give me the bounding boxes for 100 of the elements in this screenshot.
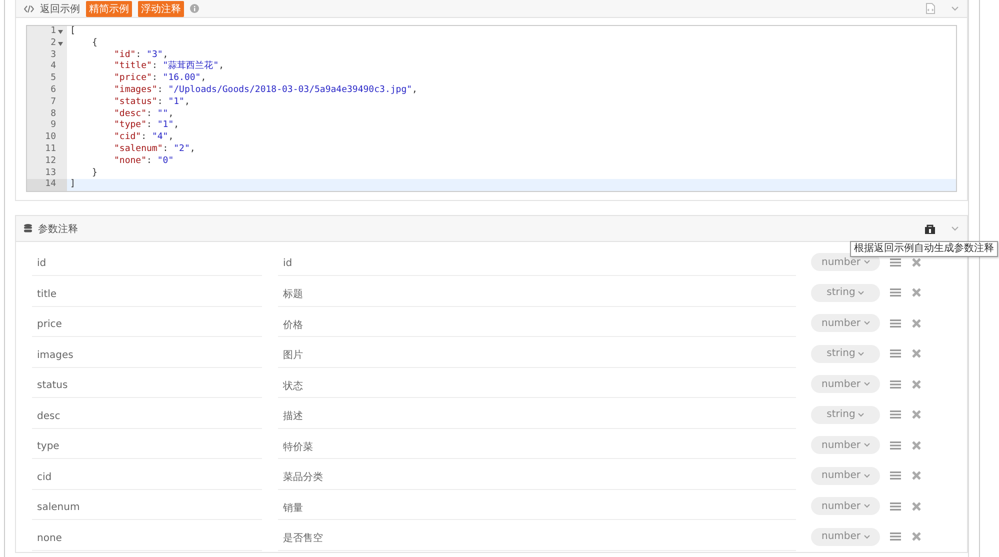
chevron-icon[interactable] — [951, 226, 959, 232]
close-icon[interactable] — [911, 409, 922, 420]
param-name-field[interactable]: status — [32, 374, 262, 398]
param-name-field[interactable]: price — [32, 313, 262, 338]
line-number: 13 — [45, 168, 56, 180]
caret-icon — [864, 260, 870, 264]
line-number: 10 — [45, 132, 56, 144]
caret-icon — [864, 443, 870, 448]
param-comment-field[interactable]: 销量 — [278, 496, 796, 520]
tooltip: 根据返回示例自动生成参数注释 — [850, 241, 998, 258]
code-line: "cid": "4", — [113, 132, 174, 144]
code-line: "status": "1", — [113, 96, 190, 109]
tag[interactable]: 精简示例 — [86, 0, 132, 16]
param-comment-field[interactable]: 图片 — [278, 344, 796, 368]
param-name-field[interactable]: salenum — [32, 496, 262, 520]
panel-title: 参数注释 — [38, 222, 78, 236]
fold-arrow-icon[interactable] — [58, 30, 63, 34]
code-icon — [24, 4, 34, 12]
caret-icon — [864, 504, 870, 508]
param-comment-field[interactable]: 标题 — [278, 282, 796, 307]
param-name-field[interactable]: title — [32, 282, 262, 307]
close-icon[interactable] — [911, 500, 922, 512]
menu-icon[interactable] — [890, 531, 901, 542]
line-number: 2 — [50, 38, 56, 50]
code-line: "salenum": "2", — [113, 144, 196, 156]
type-dropdown[interactable]: string — [811, 284, 880, 302]
type-dropdown[interactable]: string — [811, 406, 880, 424]
code-line: ] — [69, 179, 76, 192]
database-icon — [24, 224, 32, 234]
menu-icon[interactable] — [890, 500, 901, 512]
code-line: "images": "/Uploads/Goods/2018-03-03/5a9a4e39490c3.jpg", — [113, 84, 418, 97]
param-name-field[interactable]: cid — [32, 466, 262, 490]
file-code-icon[interactable] — [926, 3, 935, 14]
param-comment-field[interactable]: 描述 — [278, 404, 796, 429]
caret-icon — [864, 534, 870, 539]
menu-icon[interactable] — [890, 348, 901, 360]
close-icon[interactable] — [911, 378, 922, 390]
type-dropdown[interactable]: number — [811, 253, 880, 272]
code-line: } — [91, 168, 98, 180]
type-dropdown[interactable]: number — [811, 466, 880, 485]
close-icon[interactable] — [911, 440, 922, 451]
caret-icon — [858, 412, 864, 417]
type-dropdown[interactable]: number — [811, 497, 880, 516]
type-dropdown[interactable]: number — [811, 375, 880, 394]
panel-title: 返回示例 — [40, 2, 80, 16]
param-comment-field[interactable]: 是否售空 — [278, 526, 796, 551]
caret-icon — [858, 290, 864, 295]
param-name-field[interactable]: images — [32, 344, 262, 368]
menu-icon[interactable] — [890, 318, 901, 329]
code-line: "desc": "", — [113, 108, 174, 120]
param-name-field[interactable]: id — [32, 252, 262, 276]
line-number: 11 — [45, 144, 56, 156]
caret-icon — [864, 382, 870, 386]
tag[interactable]: 浮动注释 — [138, 0, 184, 16]
chevron-icon[interactable] — [951, 6, 959, 11]
code-line: "id": "3", — [113, 50, 168, 60]
code-line: [ — [69, 26, 76, 38]
type-dropdown[interactable]: number — [811, 436, 880, 454]
caret-icon — [858, 352, 864, 356]
code-line: "type": "1", — [113, 120, 180, 132]
info-icon — [190, 4, 199, 13]
caret-icon — [864, 321, 870, 326]
param-comment-field[interactable]: 特价菜 — [278, 435, 796, 460]
type-dropdown[interactable]: number — [811, 314, 880, 332]
menu-icon[interactable] — [890, 409, 901, 420]
line-number: 14 — [45, 179, 56, 192]
type-dropdown[interactable]: string — [811, 344, 880, 363]
code-line: "price": "16.00", — [113, 73, 206, 85]
param-comment-field[interactable]: 菜品分类 — [278, 466, 796, 490]
menu-icon[interactable] — [890, 470, 901, 482]
param-name-field[interactable]: type — [32, 435, 262, 460]
line-number: 12 — [45, 156, 56, 168]
param-comment-field[interactable]: 状态 — [278, 374, 796, 398]
menu-icon[interactable] — [890, 287, 901, 298]
menu-icon[interactable] — [890, 378, 901, 390]
line-number: 8 — [50, 108, 56, 120]
line-number: 6 — [50, 84, 56, 97]
param-comment-field[interactable]: id — [278, 252, 796, 276]
close-icon[interactable] — [911, 348, 922, 360]
close-icon[interactable] — [911, 287, 922, 298]
param-comment-field[interactable]: 价格 — [278, 313, 796, 338]
line-number: 9 — [50, 120, 56, 132]
menu-icon[interactable] — [890, 440, 901, 451]
line-number: 5 — [50, 73, 56, 85]
code-line: "title": "蒜茸西兰花", — [113, 61, 224, 73]
menu-icon[interactable] — [890, 256, 901, 268]
close-icon[interactable] — [911, 256, 922, 268]
param-name-field[interactable]: desc — [32, 404, 262, 429]
close-icon[interactable] — [911, 470, 922, 482]
line-number: 4 — [50, 61, 56, 74]
line-number: 1 — [50, 26, 56, 38]
line-number: 7 — [50, 96, 56, 109]
caret-icon — [864, 474, 870, 478]
close-icon[interactable] — [911, 318, 922, 329]
param-name-field[interactable]: none — [32, 526, 262, 551]
line-number: 3 — [50, 50, 56, 62]
close-icon[interactable] — [911, 531, 922, 542]
fold-arrow-icon[interactable] — [58, 42, 63, 46]
type-dropdown[interactable]: number — [811, 528, 880, 546]
lock-icon[interactable] — [925, 224, 935, 234]
